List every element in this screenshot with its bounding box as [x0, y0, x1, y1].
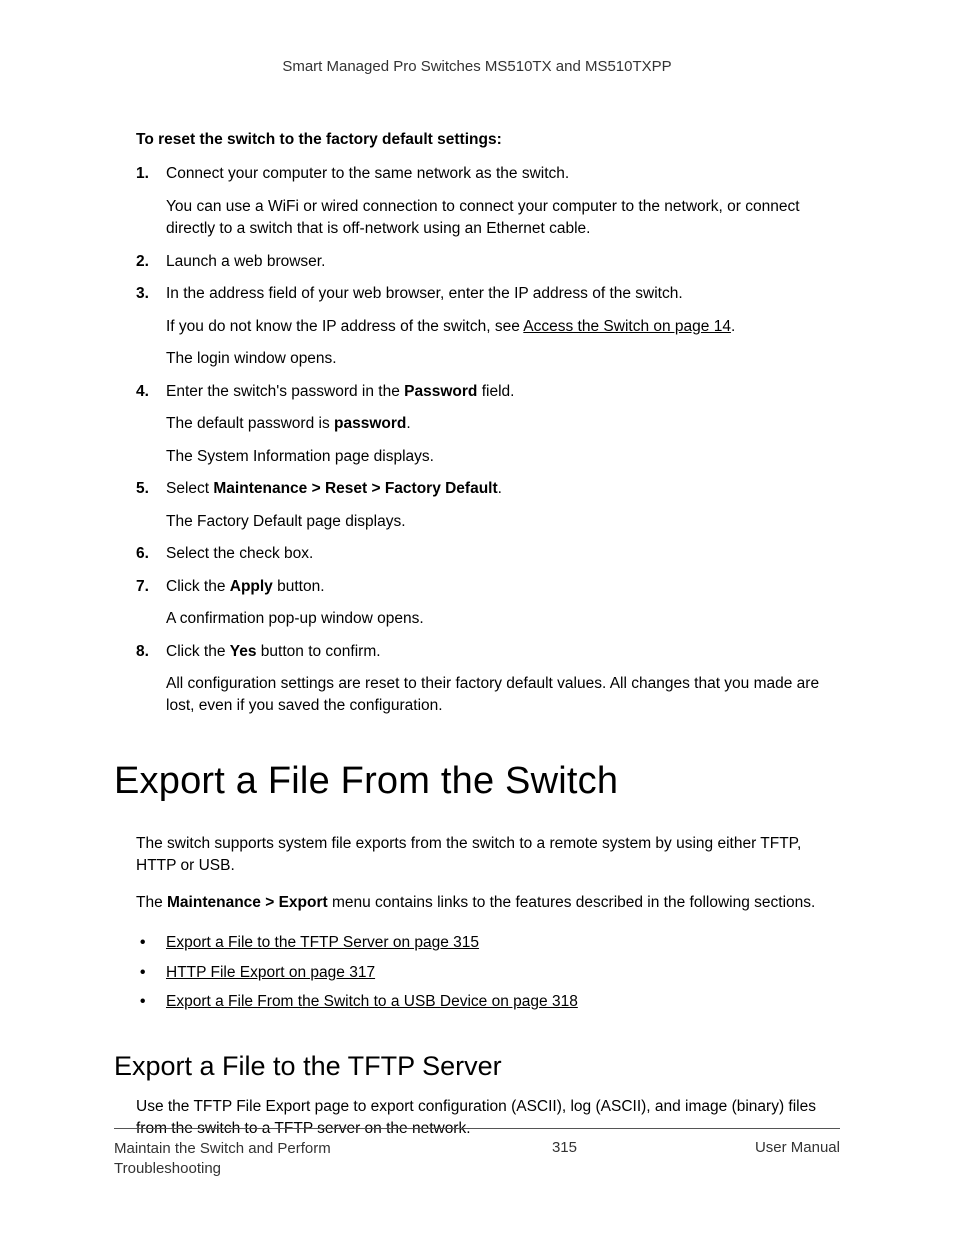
- cross-reference-link[interactable]: Access the Switch on page 14: [523, 318, 731, 335]
- cross-reference-link[interactable]: Export a File From the Switch to a USB D…: [166, 993, 578, 1010]
- step-paragraph: The System Information page displays.: [166, 446, 840, 468]
- text-run: button to confirm.: [256, 643, 380, 660]
- footer-chapter-title: Maintain the Switch and Perform Troubles…: [114, 1139, 374, 1180]
- subsection-heading: Export a File to the TFTP Server: [114, 1051, 840, 1082]
- step-paragraph: The default password is password.: [166, 413, 840, 435]
- step-paragraph: You can use a WiFi or wired connection t…: [166, 196, 840, 241]
- step-paragraph: The login window opens.: [166, 348, 840, 370]
- step-text: In the address field of your web browser…: [166, 285, 683, 302]
- step-4: Enter the switch's password in the Passw…: [136, 381, 840, 468]
- cross-reference-link[interactable]: HTTP File Export on page 317: [166, 964, 375, 981]
- bold-text: password: [334, 415, 406, 432]
- text-run: If you do not know the IP address of the…: [166, 318, 523, 335]
- step-7: Click the Apply button. A confirmation p…: [136, 576, 840, 631]
- bullet-list: Export a File to the TFTP Server on page…: [136, 928, 840, 1016]
- text-run: .: [406, 415, 410, 432]
- step-text: Connect your computer to the same networ…: [166, 165, 569, 182]
- text-run: The: [136, 894, 167, 911]
- step-2: Launch a web browser.: [136, 251, 840, 273]
- bold-text: Password: [404, 383, 477, 400]
- footer-rule: [114, 1128, 840, 1129]
- page-footer: Maintain the Switch and Perform Troubles…: [114, 1128, 840, 1180]
- text-run: button.: [273, 578, 325, 595]
- step-paragraph: A confirmation pop-up window opens.: [166, 608, 840, 630]
- page-header-title: Smart Managed Pro Switches MS510TX and M…: [114, 58, 840, 75]
- text-run: Click the: [166, 578, 230, 595]
- text-run: Select: [166, 480, 213, 497]
- step-paragraph: If you do not know the IP address of the…: [166, 316, 840, 338]
- footer-doc-type: User Manual: [755, 1139, 840, 1156]
- procedure-heading: To reset the switch to the factory defau…: [136, 129, 840, 151]
- bold-text: Maintenance > Export: [167, 894, 328, 911]
- body-paragraph: The switch supports system file exports …: [136, 833, 840, 878]
- text-run: .: [498, 480, 502, 497]
- text-run: The default password is: [166, 415, 334, 432]
- section-heading: Export a File From the Switch: [114, 760, 840, 803]
- text-run: Click the: [166, 643, 230, 660]
- text-run: menu contains links to the features desc…: [328, 894, 816, 911]
- footer-page-number: 315: [552, 1139, 577, 1156]
- list-item: HTTP File Export on page 317: [136, 958, 840, 987]
- text-run: .: [731, 318, 735, 335]
- step-text: Launch a web browser.: [166, 253, 325, 270]
- step-8: Click the Yes button to confirm. All con…: [136, 641, 840, 718]
- step-1: Connect your computer to the same networ…: [136, 163, 840, 240]
- step-paragraph: All configuration settings are reset to …: [166, 673, 840, 718]
- step-3: In the address field of your web browser…: [136, 283, 840, 370]
- step-text: Select the check box.: [166, 545, 313, 562]
- bold-text: Yes: [230, 643, 257, 660]
- step-paragraph: The Factory Default page displays.: [166, 511, 840, 533]
- list-item: Export a File From the Switch to a USB D…: [136, 987, 840, 1016]
- list-item: Export a File to the TFTP Server on page…: [136, 928, 840, 957]
- bold-text: Maintenance > Reset > Factory Default: [213, 480, 497, 497]
- text-run: Enter the switch's password in the: [166, 383, 404, 400]
- step-5: Select Maintenance > Reset > Factory Def…: [136, 478, 840, 533]
- step-6: Select the check box.: [136, 543, 840, 565]
- procedure-steps: Connect your computer to the same networ…: [136, 163, 840, 717]
- bold-text: Apply: [230, 578, 273, 595]
- text-run: field.: [477, 383, 514, 400]
- cross-reference-link[interactable]: Export a File to the TFTP Server on page…: [166, 934, 479, 951]
- body-paragraph: The Maintenance > Export menu contains l…: [136, 892, 840, 914]
